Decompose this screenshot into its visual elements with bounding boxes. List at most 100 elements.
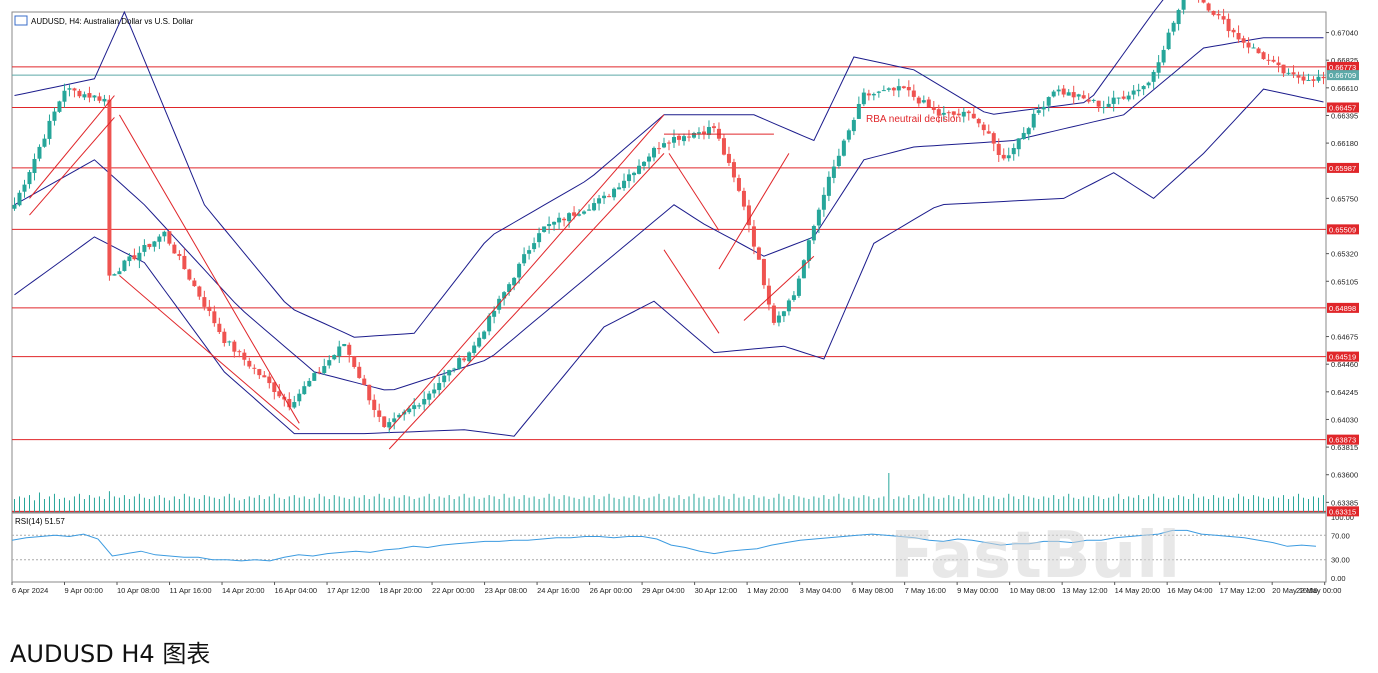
- bullish-candle: [1306, 79, 1311, 81]
- bearish-candle: [87, 93, 92, 98]
- price-tag-label: 0.65987: [1329, 164, 1356, 173]
- bullish-candle: [816, 209, 821, 226]
- bullish-candle: [662, 143, 667, 148]
- bearish-candle: [721, 138, 726, 155]
- bullish-candle: [32, 158, 37, 174]
- bearish-candle: [572, 212, 577, 216]
- bearish-candle: [372, 399, 377, 410]
- bullish-candle: [522, 254, 527, 264]
- price-pane: [11, 11, 1327, 513]
- bullish-candle: [567, 213, 572, 222]
- bullish-candle: [587, 209, 592, 211]
- bearish-candle: [891, 87, 896, 91]
- bullish-candle: [1251, 47, 1256, 49]
- bullish-candle: [1151, 71, 1156, 82]
- bearish-candle: [931, 107, 936, 110]
- bullish-candle: [861, 92, 866, 105]
- price-tick-label: 0.65750: [1331, 194, 1358, 203]
- bearish-candle: [1096, 100, 1101, 107]
- bullish-candle: [1101, 107, 1106, 109]
- bearish-candle: [976, 119, 981, 124]
- bullish-candle: [477, 337, 482, 347]
- bullish-candle: [102, 98, 107, 102]
- bullish-candle: [122, 260, 127, 271]
- time-tick-label: 22 Apr 00:00: [432, 586, 475, 595]
- bullish-candle: [67, 88, 72, 90]
- time-tick-label: 1 May 20:00: [747, 586, 788, 595]
- bullish-candle: [27, 172, 32, 185]
- bearish-candle: [262, 375, 267, 378]
- bullish-candle: [37, 146, 42, 159]
- bullish-candle: [82, 94, 87, 98]
- bullish-candle: [851, 119, 856, 132]
- bullish-candle: [642, 161, 647, 166]
- price-tick-label: 0.63600: [1331, 471, 1358, 480]
- bearish-candle: [107, 99, 112, 276]
- bearish-candle: [1321, 76, 1326, 79]
- bearish-candle: [232, 341, 237, 352]
- bullish-candle: [846, 130, 851, 140]
- bullish-candle: [292, 402, 297, 408]
- bearish-candle: [247, 360, 252, 367]
- bearish-candle: [1081, 95, 1086, 99]
- bullish-candle: [1286, 72, 1291, 74]
- bullish-candle: [871, 93, 876, 96]
- bullish-candle: [227, 341, 232, 343]
- bullish-candle: [1156, 62, 1161, 73]
- bearish-candle: [1266, 59, 1271, 61]
- bullish-candle: [681, 136, 686, 142]
- time-tick-label: 3 May 04:00: [800, 586, 841, 595]
- bullish-candle: [831, 166, 836, 178]
- price-tag-label: 0.66709: [1329, 71, 1356, 80]
- bearish-candle: [657, 148, 662, 150]
- bearish-candle: [1241, 38, 1246, 43]
- bullish-candle: [881, 90, 886, 92]
- bullish-candle: [786, 300, 791, 312]
- bullish-candle: [612, 188, 617, 198]
- bullish-candle: [417, 405, 422, 407]
- bearish-candle: [97, 96, 102, 101]
- bullish-candle: [342, 343, 347, 347]
- bullish-candle: [781, 311, 786, 317]
- bullish-candle: [22, 184, 27, 192]
- bullish-candle: [117, 271, 122, 275]
- bullish-candle: [1316, 76, 1321, 81]
- bullish-candle: [841, 140, 846, 156]
- price-tag-label: 0.63873: [1329, 436, 1356, 445]
- bullish-candle: [47, 120, 52, 139]
- price-tag-label: 0.64898: [1329, 304, 1356, 313]
- bearish-candle: [1236, 32, 1241, 40]
- price-tag-label: 0.66457: [1329, 104, 1356, 113]
- bearish-candle: [971, 113, 976, 119]
- bearish-candle: [726, 153, 731, 163]
- bullish-candle: [1076, 94, 1081, 97]
- chart-panel: 100.00 70.00 30.00 0.00 0.67040 0.66825 0.666…: [0, 0, 1378, 610]
- price-tick-label: 0.63385: [1331, 498, 1358, 507]
- bearish-candle: [167, 231, 172, 244]
- bearish-candle: [1271, 59, 1276, 62]
- bearish-candle: [1231, 29, 1236, 33]
- bullish-candle: [322, 366, 327, 374]
- time-tick-label: 26 Apr 00:00: [590, 586, 633, 595]
- bearish-candle: [267, 376, 272, 384]
- bullish-candle: [12, 204, 17, 209]
- bearish-candle: [1201, 0, 1206, 3]
- bearish-candle: [1311, 79, 1316, 81]
- bullish-candle: [1111, 97, 1116, 104]
- bullish-candle: [637, 165, 642, 174]
- bullish-candle: [801, 260, 806, 279]
- bearish-candle: [1246, 42, 1251, 48]
- time-tick-label: 29 Apr 04:00: [642, 586, 685, 595]
- bearish-candle: [212, 311, 217, 324]
- bearish-candle: [926, 99, 931, 108]
- bullish-candle: [437, 383, 442, 391]
- bullish-candle: [1116, 97, 1121, 99]
- bearish-candle: [686, 136, 691, 138]
- bullish-candle: [1126, 95, 1131, 100]
- bullish-candle: [597, 198, 602, 204]
- bearish-candle: [966, 111, 971, 114]
- price-tick-label: 0.66610: [1331, 84, 1358, 93]
- bullish-candle: [302, 386, 307, 395]
- bullish-candle: [836, 155, 841, 167]
- bearish-candle: [1211, 10, 1216, 15]
